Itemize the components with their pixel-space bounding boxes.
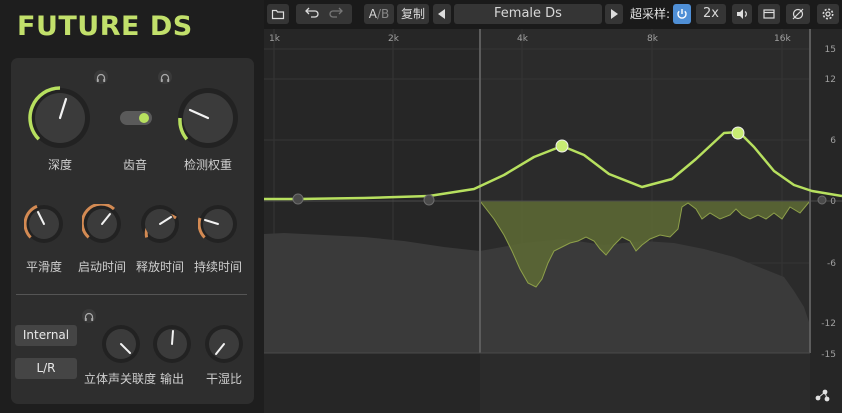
toolbar: A/B 复制 Female Ds 超采样: 2x bbox=[264, 0, 842, 29]
headphones-icon[interactable] bbox=[82, 309, 96, 323]
sibilance-toggle[interactable] bbox=[120, 111, 152, 125]
eq-display[interactable]: 1k 2k 4k 8k 16k 15 12 6 0 -6 -12 -15 bbox=[264, 29, 842, 413]
eq-node-low-mid[interactable] bbox=[423, 194, 435, 206]
output-knob[interactable] bbox=[152, 324, 192, 364]
db-label: -12 bbox=[821, 319, 836, 329]
ab-b-label: B bbox=[381, 7, 390, 21]
speaker-icon bbox=[737, 9, 747, 19]
attack-time-knob[interactable] bbox=[82, 204, 122, 244]
freq-label: 16k bbox=[774, 34, 791, 44]
freq-label: 1k bbox=[269, 34, 281, 44]
freq-label: 2k bbox=[388, 34, 400, 44]
speaker-button[interactable] bbox=[732, 4, 752, 24]
dry-wet-label: 干湿比 bbox=[205, 372, 243, 386]
plugin-title: FUTURE DS bbox=[17, 11, 193, 42]
db-label: 0 bbox=[830, 197, 836, 207]
window-icon bbox=[763, 9, 775, 19]
power-icon bbox=[677, 9, 687, 19]
smoothness-knob[interactable] bbox=[24, 204, 64, 244]
left-panel: FUTURE DS 深度 齿音 检测权重 平滑度 启动时间 释放时间 持续时间 … bbox=[0, 0, 264, 413]
db-label: -6 bbox=[827, 259, 836, 269]
oversampling-label: 超采样: bbox=[630, 7, 671, 21]
undo-redo-group bbox=[296, 4, 352, 24]
sibilance-label: 齿音 bbox=[122, 158, 148, 172]
eq-node-high[interactable] bbox=[817, 195, 827, 205]
out-of-band-region bbox=[264, 29, 480, 413]
undo-icon[interactable] bbox=[305, 7, 319, 18]
channel-mode-button[interactable]: L/R bbox=[15, 358, 77, 379]
detection-mode-button[interactable]: Internal bbox=[15, 325, 77, 346]
depth-label: 深度 bbox=[47, 158, 73, 172]
prev-preset-button[interactable] bbox=[433, 4, 451, 24]
smoothness-label: 平滑度 bbox=[25, 260, 63, 274]
stereo-link-label: 立体声关联度 bbox=[83, 372, 157, 386]
triangle-right-icon bbox=[611, 9, 618, 19]
folder-icon bbox=[271, 9, 285, 20]
ab-a-label: A bbox=[368, 7, 377, 21]
db-label: -15 bbox=[821, 350, 836, 360]
db-label: 6 bbox=[830, 136, 836, 146]
headphones-icon[interactable] bbox=[158, 70, 172, 84]
layout-button[interactable] bbox=[758, 4, 780, 24]
freq-label: 4k bbox=[517, 34, 529, 44]
oversampling-value[interactable]: 2x bbox=[696, 4, 726, 24]
hold-time-knob[interactable] bbox=[198, 204, 238, 244]
release-time-label: 释放时间 bbox=[135, 260, 185, 274]
eq-node-peak-2[interactable] bbox=[731, 126, 745, 140]
copy-button[interactable]: 复制 bbox=[397, 4, 429, 24]
output-label: 输出 bbox=[159, 372, 185, 386]
hold-time-label: 持续时间 bbox=[193, 260, 243, 274]
eq-node-peak-1[interactable] bbox=[555, 139, 569, 153]
gear-icon bbox=[822, 8, 834, 20]
eq-graph[interactable]: 1k 2k 4k 8k 16k 15 12 6 0 -6 -12 -15 bbox=[264, 29, 842, 413]
freq-label: 8k bbox=[647, 34, 659, 44]
detection-weight-knob[interactable] bbox=[176, 86, 240, 150]
dry-wet-knob[interactable] bbox=[204, 324, 244, 364]
redo-icon[interactable] bbox=[329, 7, 343, 18]
folder-button[interactable] bbox=[267, 4, 289, 24]
attack-time-label: 启动时间 bbox=[77, 260, 127, 274]
ab-compare-button[interactable]: A/B bbox=[364, 4, 394, 24]
eq-node-low[interactable] bbox=[292, 193, 304, 205]
db-label: 15 bbox=[825, 45, 836, 55]
release-time-knob[interactable] bbox=[140, 204, 180, 244]
next-preset-button[interactable] bbox=[605, 4, 623, 24]
settings-button[interactable] bbox=[817, 4, 839, 24]
oversampling-power-button[interactable] bbox=[673, 4, 691, 24]
no-symbol-icon bbox=[792, 8, 804, 20]
depth-knob[interactable] bbox=[28, 86, 92, 150]
detection-weight-label: 检测权重 bbox=[183, 158, 233, 172]
bypass-button[interactable] bbox=[786, 4, 810, 24]
db-label: 12 bbox=[825, 75, 836, 85]
preset-name[interactable]: Female Ds bbox=[454, 4, 602, 24]
stereo-link-knob[interactable] bbox=[101, 324, 141, 364]
headphones-icon[interactable] bbox=[94, 70, 108, 84]
triangle-left-icon bbox=[438, 9, 445, 19]
section-divider bbox=[16, 294, 247, 295]
